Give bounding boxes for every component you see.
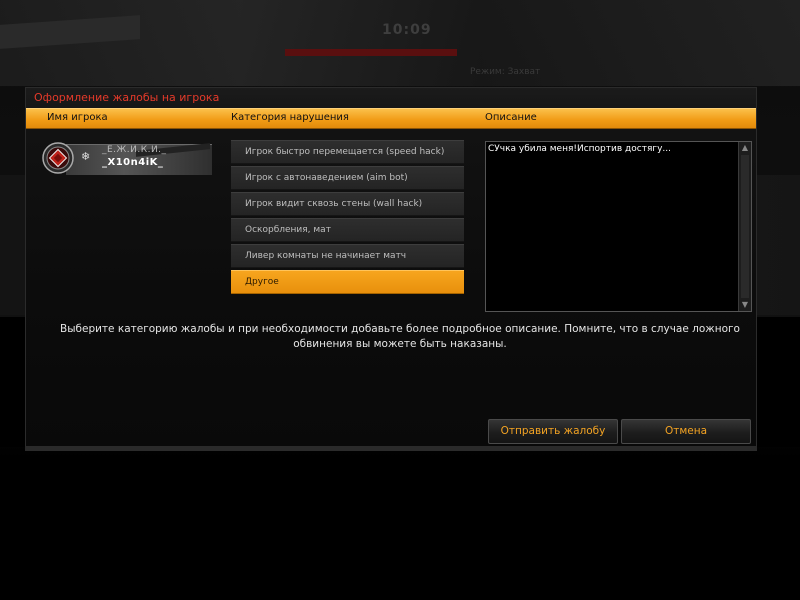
- column-header-description: Описание: [485, 112, 537, 123]
- category-item-other[interactable]: Другое: [231, 270, 464, 294]
- rank-badge-icon: [42, 142, 74, 174]
- player-nickname: _X10n4iK_: [102, 157, 164, 168]
- category-item-speed-hack[interactable]: Игрок быстро перемещается (speed hack): [231, 140, 464, 164]
- snowflake-icon: ❄: [81, 150, 91, 163]
- reported-player-card: ❄ _Е.Ж.И.К.И._ _X10n4iK_: [42, 140, 212, 175]
- category-item-insults[interactable]: Оскорбления, мат: [231, 218, 464, 242]
- category-item-leader-not-starting[interactable]: Ливер комнаты не начинает матч: [231, 244, 464, 268]
- player-clan-tag: _Е.Ж.И.К.И._: [102, 145, 167, 155]
- scroll-down-icon[interactable]: ▼: [740, 300, 750, 310]
- description-value: СУчка убила меня!Испортив достягу...: [488, 144, 671, 154]
- category-item-wall-hack[interactable]: Игрок видит сквозь стены (wall hack): [231, 192, 464, 216]
- category-item-aim-bot[interactable]: Игрок с автонаведением (aim bot): [231, 166, 464, 190]
- column-header-category: Категория нарушения: [231, 112, 349, 123]
- team-score-bar: [285, 49, 457, 56]
- report-player-dialog: Оформление жалобы на игрока Имя игрока К…: [25, 87, 757, 451]
- scroll-track[interactable]: [741, 155, 749, 298]
- dialog-bottom-edge: [25, 446, 757, 450]
- column-header-player-name: Имя игрока: [47, 112, 108, 123]
- send-report-button[interactable]: Отправить жалобу: [488, 419, 618, 444]
- report-notice-text: Выберите категорию жалобы и при необходи…: [60, 323, 740, 350]
- description-scrollbar[interactable]: ▲ ▼: [738, 142, 751, 311]
- game-mode-hint: Режим: Захват: [470, 67, 541, 77]
- category-list: Игрок быстро перемещается (speed hack) И…: [231, 140, 464, 296]
- match-timer: 10:09: [382, 22, 432, 38]
- dialog-title: Оформление жалобы на игрока: [34, 91, 220, 104]
- backdrop-top-hud: [0, 0, 800, 86]
- scroll-up-icon[interactable]: ▲: [740, 143, 750, 153]
- cancel-button[interactable]: Отмена: [621, 419, 751, 444]
- description-textarea[interactable]: СУчка убила меня!Испортив достягу... ▲ ▼: [485, 141, 752, 312]
- column-header-bar: Имя игрока Категория нарушения Описание: [26, 108, 756, 129]
